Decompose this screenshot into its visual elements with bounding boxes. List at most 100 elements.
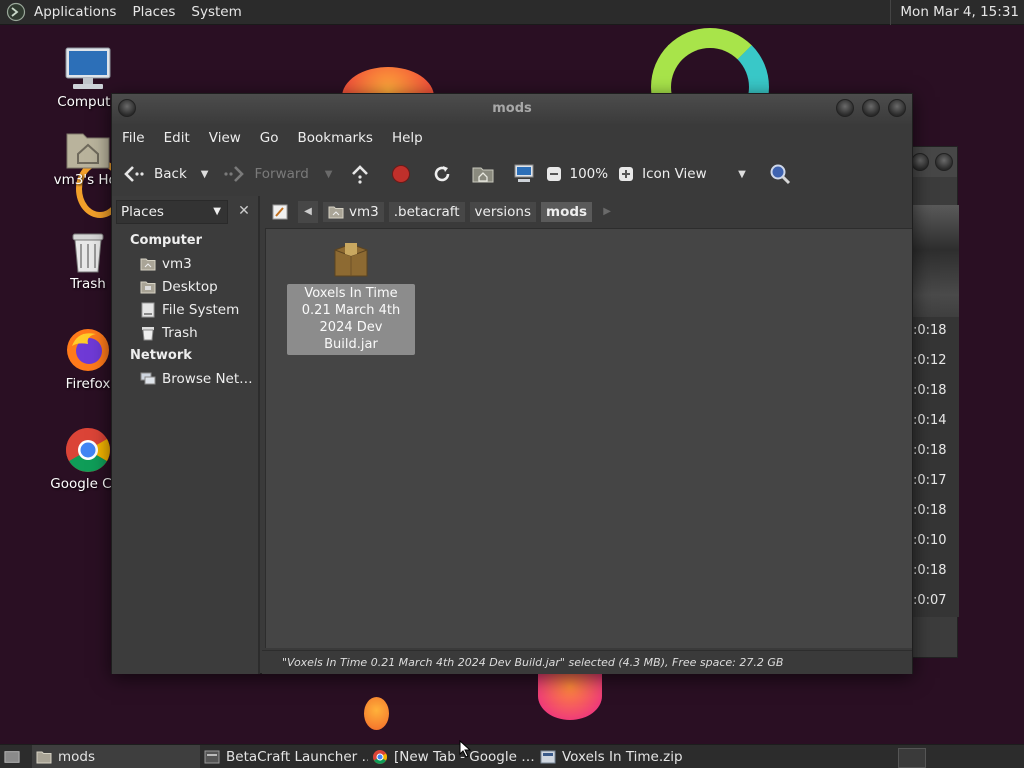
chrome-icon [66,428,110,472]
sidebar-item-label: File System [162,302,240,318]
wallpaper-small-blob [364,697,389,730]
sidebar-item-label: Desktop [162,279,218,295]
list-item-time: :0:18 [913,443,947,458]
reload-icon[interactable] [430,162,454,186]
show-desktop-icon [4,749,20,765]
list-item-time: :0:12 [913,353,947,368]
chevron-down-icon: ▼ [213,206,221,217]
menu-view[interactable]: View [200,130,250,146]
chevron-down-icon[interactable]: ▼ [738,169,746,180]
forward-history-dropdown[interactable]: ▼ [325,169,333,180]
top-menu: Applications Places System [0,0,256,25]
back-label: Back [154,166,187,182]
list-item-time: :0:18 [913,383,947,398]
edit-location-icon[interactable] [268,200,292,224]
firefox-icon [67,329,109,371]
sidebar-item-browse-network[interactable]: Browse Net… [140,369,253,389]
sidebar-item-label: Trash [162,325,198,341]
back-history-dropdown[interactable]: ▼ [201,169,209,180]
sidebar-item-vm3[interactable]: vm3 [140,254,192,274]
chrome-icon [372,749,388,765]
up-arrow-icon[interactable] [348,162,372,186]
task-label: mods [58,748,96,765]
trash-icon [140,325,156,341]
list-item-time: :0:18 [913,503,947,518]
task-mods[interactable]: mods [32,744,200,768]
wallpaper-pink-blob [538,672,602,720]
path-segment-versions[interactable]: versions [468,201,538,223]
folder-icon [36,749,52,765]
desktop-icon [140,279,156,295]
background-window-button[interactable] [911,153,929,171]
sidebar-section-network: Network [130,348,192,363]
clock[interactable]: Mon Mar 4, 15:31 [890,0,1024,25]
computer-icon [65,47,111,89]
home-icon [140,256,156,272]
close-button[interactable] [888,99,906,117]
workspace-switcher[interactable] [898,748,926,768]
menu-help[interactable]: Help [383,130,432,146]
distro-logo-icon[interactable] [6,2,26,22]
list-item-time: :0:07 [913,593,947,608]
back-button[interactable]: Back [122,159,187,189]
sidebar-item-label: vm3 [162,256,192,272]
background-window-button[interactable] [935,153,953,171]
status-bar: "Voxels In Time 0.21 March 4th 2024 Dev … [262,650,912,674]
applications-menu[interactable]: Applications [32,4,124,20]
maximize-button[interactable] [862,99,880,117]
path-segment-betacraft[interactable]: .betacraft [387,201,466,223]
zoom-in-icon[interactable] [614,162,638,186]
task-label: Voxels In Time.zip [562,748,683,765]
task-label: BetaCraft Launcher … [226,748,368,765]
network-icon [140,371,156,387]
location-bar: ◀ vm3 .betacraft versions mods ▶ [262,196,912,228]
list-item-time: :0:18 [913,323,947,338]
path-segment-vm3[interactable]: vm3 [322,201,385,223]
zoom-level[interactable]: 100% [569,159,608,189]
path-segment-label: mods [546,204,588,220]
places-menu[interactable]: Places [130,4,183,20]
sidebar-section-computer: Computer [130,233,203,248]
minimize-button[interactable] [836,99,854,117]
file-item[interactable]: Voxels In Time 0.21 March 4th 2024 Dev B… [287,240,415,355]
close-icon[interactable]: ✕ [233,200,255,224]
list-item-time: :0:18 [913,563,947,578]
java-icon [204,749,220,765]
task-archive[interactable]: Voxels In Time.zip [536,745,704,768]
sidebar-item-trash[interactable]: Trash [140,323,198,343]
window-titlebar[interactable]: mods [112,94,912,124]
file-view[interactable]: Voxels In Time 0.21 March 4th 2024 Dev B… [265,228,912,648]
search-icon[interactable] [768,162,792,186]
view-mode-select[interactable]: Icon View [642,159,738,189]
task-betacraft[interactable]: BetaCraft Launcher … [200,745,368,768]
sidebar-item-desktop[interactable]: Desktop [140,277,218,297]
menu-go[interactable]: Go [251,130,288,146]
menu-bookmarks[interactable]: Bookmarks [289,130,382,146]
path-segment-label: .betacraft [393,204,460,220]
home-icon[interactable] [471,162,495,186]
computer-icon[interactable] [512,162,536,186]
path-scroll-right[interactable]: ▶ [597,201,617,223]
path-segment-label: versions [474,204,532,220]
task-chrome[interactable]: [New Tab - Google … [368,745,536,768]
taskbar: mods BetaCraft Launcher … [New Tab - Goo… [0,744,1024,768]
sidebar-item-label: Browse Net… [162,371,253,387]
archive-icon [540,749,556,765]
show-desktop-button[interactable] [0,745,32,768]
trash-icon [72,233,104,273]
sidebar-type-select[interactable]: Places ▼ [116,200,228,224]
stop-icon[interactable] [389,162,413,186]
menu-edit[interactable]: Edit [155,130,199,146]
menubar: File Edit View Go Bookmarks Help [112,124,912,152]
system-menu[interactable]: System [189,4,249,20]
path-segment-mods[interactable]: mods [540,201,594,223]
file-manager-window[interactable]: mods File Edit View Go Bookmarks Help Ba… [111,93,913,674]
menu-file[interactable]: File [113,130,154,146]
zoom-out-icon[interactable] [542,162,566,186]
forward-arrow-icon [222,162,246,186]
sidebar-item-file-system[interactable]: File System [140,300,239,320]
top-panel: Applications Places System Mon Mar 4, 15… [0,0,1024,25]
path-scroll-left[interactable]: ◀ [298,201,318,223]
list-item-time: :0:14 [913,413,947,428]
forward-button[interactable]: Forward [222,159,309,189]
